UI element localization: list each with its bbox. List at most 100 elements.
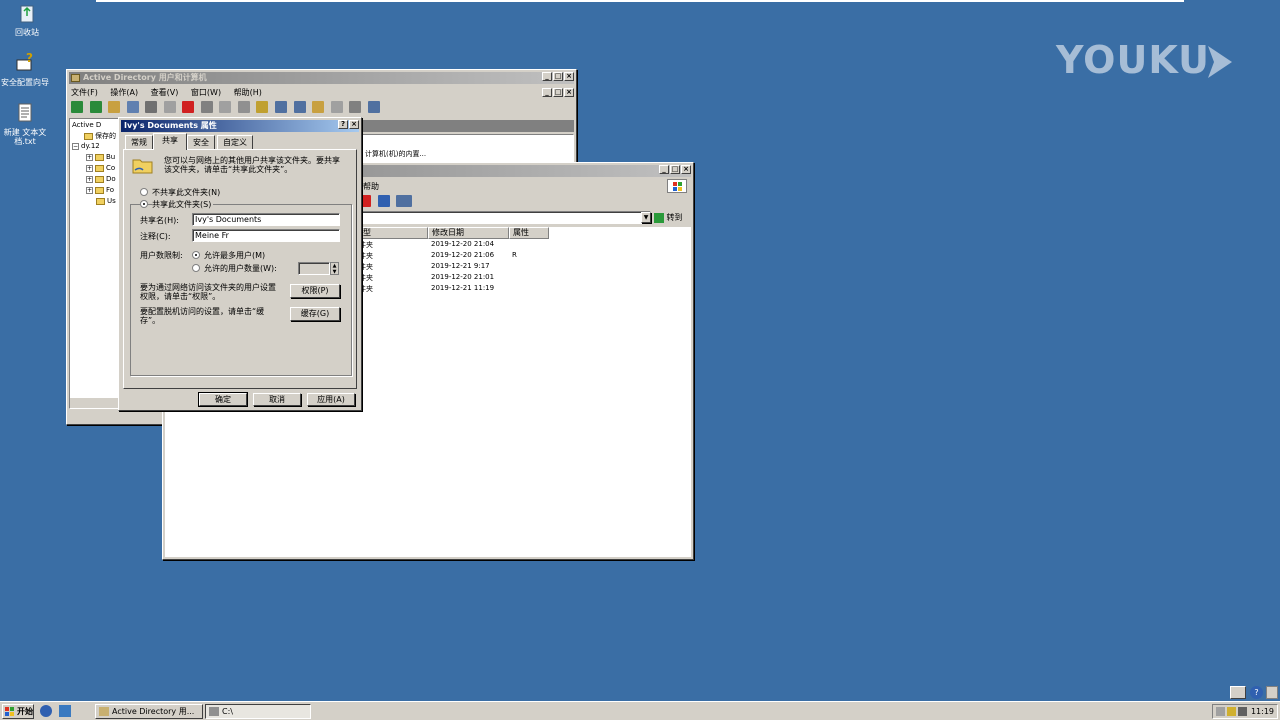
share-label[interactable]: 共享此文件夹(S)	[152, 199, 214, 210]
max-users-label[interactable]: 允许最多用户(M)	[204, 250, 265, 261]
menu-action[interactable]: 操作(A)	[110, 88, 138, 97]
apply-button[interactable]: 应用(A)	[307, 393, 355, 406]
refresh-icon[interactable]	[219, 101, 232, 113]
ad-titlebar[interactable]: Active Directory 用户和计算机	[69, 72, 574, 84]
radio-share[interactable]	[140, 200, 148, 208]
up-folder-icon[interactable]	[108, 101, 121, 113]
radio-allowed-users[interactable]	[192, 264, 200, 272]
tab-general[interactable]: 常规	[125, 135, 153, 149]
allowed-users-label[interactable]: 允许的用户数量(W):	[204, 263, 277, 274]
tree-domain-controllers[interactable]: + Do	[86, 175, 116, 183]
new-user-icon[interactable]	[275, 101, 288, 113]
system-tray: 11:19	[1212, 704, 1278, 719]
address-field[interactable]	[359, 211, 651, 224]
security-tray-icon[interactable]	[1227, 707, 1236, 716]
row-date: 2019-12-21 11:19	[431, 284, 495, 292]
ad-task-label: Active Directory 用...	[112, 707, 195, 716]
tree-domain[interactable]: − dy.12	[72, 142, 100, 150]
tree-builtin[interactable]: + Bu	[86, 153, 115, 161]
ad-tree-pane[interactable]: Active D 保存的 − dy.12 + Bu + Co + Do + Fo Us	[69, 118, 121, 409]
dialog-help-button[interactable]: ?	[338, 120, 348, 129]
dialog-titlebar[interactable]: Ivy's Documents 属性	[121, 120, 359, 132]
tree-users[interactable]: Us	[96, 197, 116, 205]
allowed-users-spinner[interactable]	[298, 262, 330, 275]
column-modified[interactable]: 修改日期	[428, 227, 509, 239]
help-bubble-icon[interactable]: ?	[1250, 686, 1263, 699]
explorer-maximize-button[interactable]: □	[670, 165, 680, 174]
ok-button[interactable]: 确定	[198, 392, 248, 407]
forward-icon[interactable]	[89, 101, 102, 113]
tree-foreign-principals[interactable]: + Fo	[86, 186, 114, 194]
task-active-directory[interactable]: Active Directory 用...	[95, 704, 203, 719]
delete-icon[interactable]	[182, 101, 195, 113]
explorer-minimize-button[interactable]: _	[659, 165, 669, 174]
help-icon[interactable]	[256, 101, 269, 113]
child-close-button[interactable]: ×	[564, 88, 574, 97]
find-icon[interactable]	[349, 101, 362, 113]
ad-task-icon	[99, 707, 109, 716]
network-tray-icon[interactable]	[1216, 707, 1225, 716]
tree-hscrollbar[interactable]	[70, 398, 120, 408]
go-button[interactable]: 转到	[654, 211, 688, 224]
address-dropdown-button[interactable]: ▼	[641, 212, 651, 223]
back-icon[interactable]	[71, 101, 83, 113]
comment-input[interactable]: Meine Fr	[192, 229, 340, 242]
start-button[interactable]: 开始	[2, 704, 34, 719]
add-to-group-icon[interactable]	[367, 101, 380, 113]
language-bar-icon[interactable]	[1230, 686, 1246, 699]
tray-options-icon[interactable]	[1266, 686, 1278, 699]
desktop-icon-security-wizard[interactable]: ? 安全配置向导	[0, 51, 52, 87]
recycle-bin-icon	[20, 5, 34, 23]
filter-icon[interactable]	[330, 101, 343, 113]
share-name-input[interactable]: Ivy's Documents	[192, 213, 340, 226]
maximize-button[interactable]: □	[553, 72, 563, 81]
cut-icon[interactable]	[145, 101, 158, 113]
permissions-text: 要为通过网络访问该文件夹的用户设置权限，请单击“权限”。	[140, 283, 276, 301]
ie-icon[interactable]	[40, 705, 52, 717]
desktop-icon-text-file[interactable]: 新建 文本文档.txt	[0, 102, 52, 146]
desktop-icon-recycle-bin[interactable]: 回收站	[0, 2, 54, 37]
menu-help[interactable]: 帮助(H)	[234, 88, 262, 97]
explorer-quicklaunch-icon[interactable]	[58, 705, 71, 717]
cancel-button[interactable]: 取消	[253, 393, 301, 406]
views-icon[interactable]	[396, 195, 413, 207]
close-button[interactable]: ×	[564, 72, 574, 81]
taskbar: 开始 Active Directory 用... C:\ 11:19	[0, 701, 1280, 720]
properties-icon[interactable]	[200, 101, 213, 113]
clock[interactable]: 11:19	[1251, 707, 1274, 716]
explorer-close-button[interactable]: ×	[681, 165, 691, 174]
volume-tray-icon[interactable]	[1238, 707, 1247, 716]
menu-view[interactable]: 查看(V)	[151, 88, 179, 97]
menu-file[interactable]: 文件(F)	[71, 88, 98, 97]
tab-sharing[interactable]: 共享	[153, 133, 187, 150]
show-tree-icon[interactable]	[126, 101, 139, 113]
copy-icon[interactable]	[163, 101, 176, 113]
export-icon[interactable]	[237, 101, 250, 113]
spinner-arrows-icon[interactable]: ▲ ▼	[330, 262, 339, 275]
new-group-icon[interactable]	[293, 101, 306, 113]
radio-max-users[interactable]	[192, 251, 200, 259]
radio-no-share[interactable]	[140, 188, 148, 196]
cache-button[interactable]: 缓存(G)	[290, 307, 340, 321]
explorer-menu-help[interactable]: 帮助	[363, 181, 379, 192]
permissions-button[interactable]: 权限(P)	[290, 284, 340, 298]
tree-saved-queries[interactable]: 保存的	[84, 131, 116, 141]
new-ou-icon[interactable]	[312, 101, 325, 113]
child-restore-button[interactable]: □	[553, 88, 563, 97]
tab-security[interactable]: 安全	[187, 135, 215, 149]
tree-computers[interactable]: + Co	[86, 164, 115, 172]
dialog-close-button[interactable]: ×	[349, 120, 359, 129]
undo-icon[interactable]	[377, 195, 390, 207]
menu-window[interactable]: 窗口(W)	[191, 88, 221, 97]
tree-root[interactable]: Active D	[72, 121, 101, 129]
column-type[interactable]: 型	[359, 227, 428, 239]
tab-custom[interactable]: 自定义	[217, 135, 253, 149]
task-c-drive[interactable]: C:\	[205, 704, 311, 719]
minimize-button[interactable]: _	[542, 72, 552, 81]
ad-menubar: 文件(F) 操作(A) 查看(V) 窗口(W) 帮助(H)	[71, 86, 272, 99]
no-share-label[interactable]: 不共享此文件夹(N)	[152, 187, 220, 198]
column-attributes[interactable]: 属性	[509, 227, 549, 239]
ad-list-pane[interactable]: 计算机(机)的内置...	[362, 134, 574, 164]
child-minimize-button[interactable]: _	[542, 88, 552, 97]
properties-dialog[interactable]: Ivy's Documents 属性 ? × 常规 共享 安全 自定义 您可以与…	[118, 117, 362, 411]
